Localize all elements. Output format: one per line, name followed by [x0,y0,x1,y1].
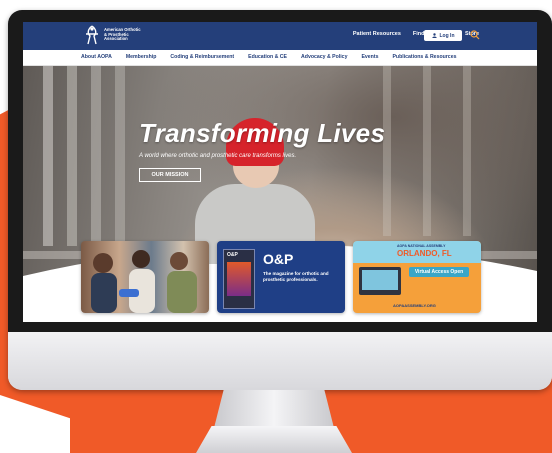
monitor-stand [214,390,334,428]
top-bar: American Orthotic & Prosthetic Associati… [23,22,537,50]
nav-item-publications[interactable]: Publications & Resources [392,54,456,60]
assembly-url[interactable]: AOPAASSEMBLY.ORG [393,303,436,308]
nav-item-education[interactable]: Education & CE [248,54,287,60]
user-icon [431,33,437,38]
monitor-base [196,426,352,453]
aopa-logo[interactable]: American Orthotic & Prosthetic Associati… [83,25,144,45]
card-op-magazine[interactable]: O&P O&P The magazine for orthotic and pr… [217,241,345,313]
magazine-cover-art [227,262,251,296]
nav-item-membership[interactable]: Membership [126,54,157,60]
monitor-chin [8,332,552,390]
aopa-logo-icon [86,25,98,45]
magazine-cover: O&P [223,249,255,309]
website-screen: American Orthotic & Prosthetic Associati… [23,22,537,322]
assembly-city: ORLANDO, FL [397,249,452,258]
op-logo: O&P [263,251,294,267]
our-mission-button[interactable]: OUR MISSION [139,168,201,182]
hero-title: Transforming Lives [139,118,386,148]
virtual-access-badge[interactable]: Virtual Access Open [409,267,469,277]
main-nav: About AOPA Membership Coding & Reimburse… [23,50,537,66]
laptop-screen [362,270,398,290]
logo-text: American Orthotic & Prosthetic Associati… [104,27,141,42]
clinician-child-photo [91,250,197,313]
assembly-headline: AOPA NATIONAL ASSEMBLY [397,244,446,248]
card-national-assembly[interactable]: AOPA NATIONAL ASSEMBLY ORLANDO, FL Virtu… [353,241,481,313]
util-link-patient-resources[interactable]: Patient Resources [353,31,401,37]
nav-item-events[interactable]: Events [361,54,378,60]
nav-item-about[interactable]: About AOPA [81,54,112,60]
magazine-cover-label: O&P [227,252,238,258]
search-icon[interactable] [470,30,480,40]
nav-item-advocacy[interactable]: Advocacy & Policy [301,54,347,60]
laptop-illustration [359,267,401,295]
hero-subtitle: A world where orthotic and prosthetic ca… [139,153,297,159]
login-label: Log In [439,32,455,39]
login-button[interactable]: Log In [424,30,462,41]
nav-item-coding[interactable]: Coding & Reimbursement [170,54,234,60]
card-care-photo[interactable] [81,241,209,313]
op-tagline: The magazine for orthotic and prosthetic… [263,271,329,282]
